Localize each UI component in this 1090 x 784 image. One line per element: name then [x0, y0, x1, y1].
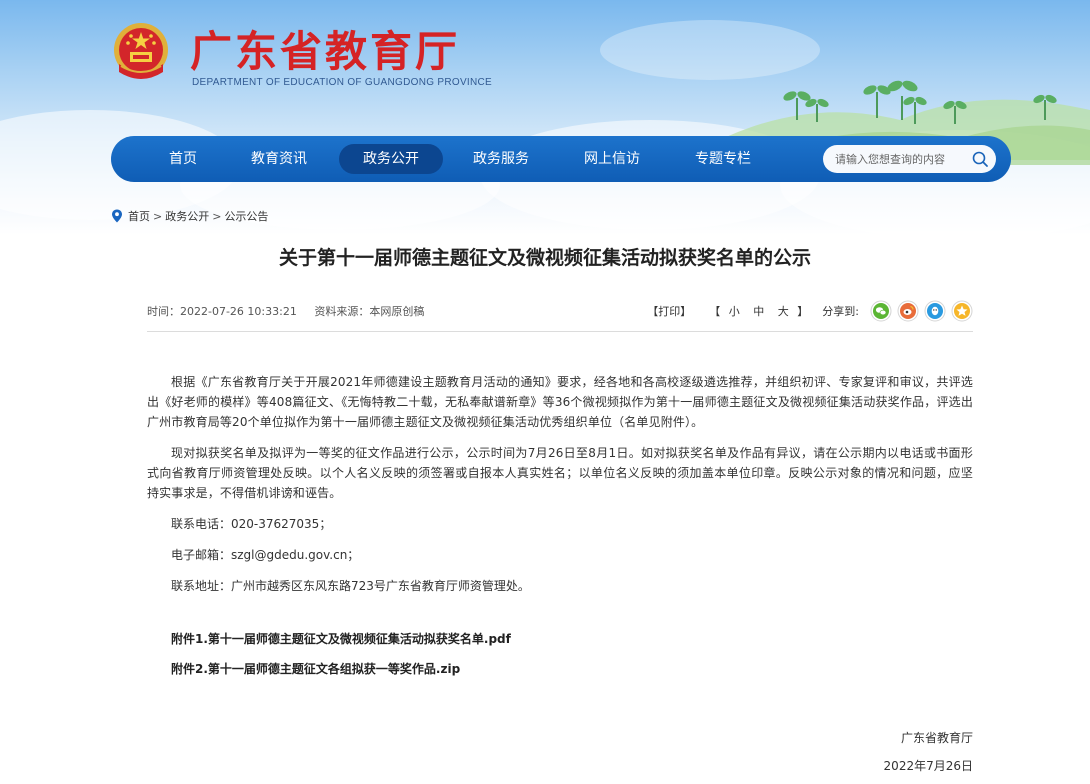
article-tools: 【打印】 【 小 中 大 】 分享到: — [647, 299, 973, 323]
breadcrumb-government-affairs[interactable]: 政务公开 — [165, 208, 209, 224]
contact-address: 联系地址：广州市越秀区东风东路723号广东省教育厅师资管理处。 — [171, 579, 530, 593]
article-meta-bar: 时间：2022-07-26 10:33:21 资料来源：本网原创稿 【打印】 【… — [147, 296, 973, 332]
breadcrumb-announcements[interactable]: 公示公告 — [224, 208, 268, 224]
issuer-signature: 广东省教育厅 — [900, 731, 973, 745]
wechat-icon[interactable] — [870, 300, 892, 322]
font-bracket-open: 【 — [709, 305, 721, 318]
attachment-link-2[interactable]: 附件2.第十一届师德主题征文各组拟获一等奖作品.zip — [147, 659, 973, 679]
breadcrumb: 首页 > 政务公开 > 公示公告 — [111, 208, 268, 224]
contact-phone: 联系电话：020-37627035； — [171, 517, 332, 531]
font-size-control: 【 小 中 大 】 — [709, 303, 808, 319]
site-subtitle: DEPARTMENT OF EDUCATION OF GUANGDONG PRO… — [192, 77, 493, 88]
article-body: 根据《广东省教育厅关于开展2021年师德建设主题教育月活动的通知》要求，经各地和… — [147, 372, 973, 773]
issue-date: 2022年7月26日 — [883, 759, 973, 773]
font-small-button[interactable]: 小 — [729, 305, 740, 318]
article-title: 关于第十一届师德主题征文及微视频征集活动拟获奖名单的公示 — [278, 247, 811, 269]
breadcrumb-separator: > — [212, 209, 222, 223]
search-input[interactable] — [835, 150, 965, 168]
qq-icon[interactable] — [924, 300, 946, 322]
search-box — [823, 145, 996, 173]
nav-item-government-services[interactable]: 政务服务 — [469, 144, 533, 174]
nav-item-home[interactable]: 首页 — [159, 144, 207, 174]
qzone-icon[interactable] — [951, 300, 973, 322]
share-label: 分享到: — [822, 305, 859, 318]
nav-item-government-affairs-public[interactable]: 政务公开 — [339, 144, 443, 174]
attachment-link-1[interactable]: 附件1.第十一届师德主题征文及微视频征集活动拟获奖名单.pdf — [147, 629, 973, 649]
article-paragraph: 现对拟获奖名单及拟评为一等奖的征文作品进行公示，公示时间为7月26日至8月1日。… — [147, 446, 973, 500]
print-button[interactable]: 【打印】 — [647, 303, 691, 319]
location-pin-icon — [112, 209, 122, 223]
main-nav: 首页 教育资讯 政务公开 政务服务 网上信访 专题专栏 — [111, 136, 1011, 182]
font-large-button[interactable]: 大 — [778, 305, 789, 318]
font-bracket-close: 】 — [797, 305, 809, 318]
article-meta-info: 时间：2022-07-26 10:33:21 资料来源：本网原创稿 — [147, 303, 438, 319]
national-emblem-icon — [114, 23, 168, 79]
contact-email: 电子邮箱：szgl@gdedu.gov.cn； — [171, 548, 360, 562]
nav-item-special-topics[interactable]: 专题专栏 — [691, 144, 755, 174]
nav-item-education-news[interactable]: 教育资讯 — [247, 144, 311, 174]
article-paragraph: 根据《广东省教育厅关于开展2021年师德建设主题教育月活动的通知》要求，经各地和… — [147, 375, 973, 429]
publish-time: 时间：2022-07-26 10:33:21 — [147, 305, 297, 318]
nav-item-online-petition[interactable]: 网上信访 — [580, 144, 644, 174]
article-source: 资料来源：本网原创稿 — [314, 305, 425, 318]
breadcrumb-home[interactable]: 首页 — [128, 208, 150, 224]
weibo-icon[interactable] — [897, 300, 919, 322]
search-icon[interactable] — [971, 150, 989, 168]
breadcrumb-separator: > — [153, 209, 163, 223]
site-title: 广东省教育厅 — [190, 27, 461, 76]
font-medium-button[interactable]: 中 — [753, 305, 764, 318]
